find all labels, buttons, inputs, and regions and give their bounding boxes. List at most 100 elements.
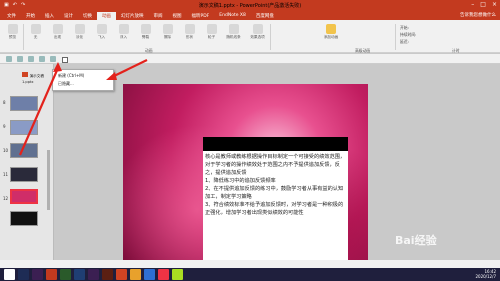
effect-icon [140, 24, 151, 34]
effect-icon [52, 24, 63, 34]
divider [395, 24, 396, 50]
tab-endnote[interactable]: EndNote X8 [214, 12, 251, 20]
effect-fade[interactable]: 淡化 [71, 23, 88, 45]
paragraph: 1、降低练习中的追加反馈频率 [205, 178, 276, 184]
app-icon[interactable] [60, 269, 71, 280]
slide-number: 9 [3, 124, 6, 129]
close-button[interactable]: × [492, 1, 497, 8]
effect-fly-in[interactable]: 飞入 [93, 23, 110, 45]
app-icon[interactable] [88, 269, 99, 280]
status-bar [0, 260, 500, 268]
star-icon [7, 24, 18, 34]
premiere-icon[interactable] [32, 269, 43, 280]
tab-baidu-netdisk[interactable]: 百度网盘 [251, 12, 279, 20]
preview-button[interactable]: 预览 [4, 23, 21, 45]
slide-thumbnail[interactable] [10, 96, 38, 111]
secondary-toolbar [0, 54, 500, 64]
effect-float-in[interactable]: 浮入 [115, 23, 132, 45]
effect-options-button[interactable]: 效果选项 [249, 23, 266, 45]
add-animation-icon [326, 24, 336, 34]
effect-split[interactable]: 劈裂 [137, 23, 154, 45]
maximize-button[interactable]: □ [480, 1, 486, 8]
slide-thumbnail[interactable] [10, 167, 38, 182]
effect-icon [96, 24, 107, 34]
effect-appear[interactable]: 出现 [49, 23, 66, 45]
tab-file[interactable]: 文件 [2, 12, 21, 20]
slide-number: 8 [3, 100, 6, 105]
tell-me-search[interactable]: 告诉我您想做什么 [460, 12, 496, 18]
effect-random-bars[interactable]: 随机线条 [225, 23, 242, 45]
powerpoint-icon[interactable] [116, 269, 127, 280]
slide-thumbnail[interactable] [10, 143, 38, 158]
app-icon[interactable] [158, 269, 169, 280]
photoshop-icon[interactable] [74, 269, 85, 280]
tab-view[interactable]: 视图 [168, 12, 187, 20]
window-controls: – □ × [471, 1, 497, 8]
title-placeholder[interactable] [203, 137, 348, 151]
paragraph: 核心是教师或教练根据操作目标制定一个可接受的绩效范围，对于学习者的操作绩效处于范… [205, 154, 346, 176]
tab-insert[interactable]: 插入 [40, 12, 59, 20]
timing-start[interactable]: 开始: [400, 25, 409, 31]
lightroom-icon[interactable] [18, 269, 29, 280]
baidu-watermark: Bai经验 [395, 234, 437, 247]
tab-design[interactable]: 设计 [59, 12, 78, 20]
window-title: 演示文稿1.pptx - PowerPoint(产品激活失败) [198, 3, 302, 9]
browser-icon[interactable] [144, 269, 155, 280]
effect-icon [30, 24, 41, 34]
tool-icon[interactable] [17, 56, 23, 62]
slide-number: 10 [3, 148, 9, 153]
add-animation-button[interactable]: 添加动画 [320, 23, 342, 45]
new-slide-button[interactable] [62, 57, 68, 63]
effect-options-icon [252, 24, 263, 34]
tab-home[interactable]: 开始 [21, 12, 40, 20]
file-entry[interactable]: 演示文稿1.pptx [22, 72, 52, 84]
content-textbox[interactable]: 核心是教师或教练根据操作目标制定一个可接受的绩效范围，对于学习者的操作绩效处于范… [203, 151, 348, 264]
divider [270, 24, 271, 50]
slide-thumbnail-selected[interactable] [10, 189, 38, 204]
tab-slideshow[interactable]: 幻灯片放映 [116, 12, 149, 20]
clock-date: 2020/12/7 [475, 274, 496, 279]
thumbnail-scrollbar[interactable] [47, 150, 50, 210]
menu-item-hidden[interactable]: 已隐藏... [58, 81, 74, 87]
tool-icon[interactable] [50, 56, 56, 62]
effect-icon [184, 24, 195, 34]
minimize-button[interactable]: – [471, 1, 474, 8]
tab-animations[interactable]: 动画 [97, 12, 116, 20]
tool-icon[interactable] [28, 56, 34, 62]
taskbar-icons [4, 269, 183, 280]
slide-thumbnail[interactable] [10, 120, 38, 135]
app-icon[interactable] [172, 269, 183, 280]
slide-number: 12 [3, 196, 9, 201]
effect-shape[interactable]: 形状 [181, 23, 198, 45]
paragraph: 2、在不提供追加反馈的练习中，鼓励学习者从事有益的认知加工，制定学习策略 [205, 186, 344, 200]
effect-icon [162, 24, 173, 34]
effect-wipe[interactable]: 擦除 [159, 23, 176, 45]
app-icon[interactable] [130, 269, 141, 280]
slide-canvas[interactable]: 核心是教师或教练根据操作目标制定一个可接受的绩效范围，对于学习者的操作绩效处于范… [123, 84, 368, 264]
app-icon[interactable] [46, 269, 57, 280]
timing-delay[interactable]: 延迟: [400, 39, 409, 45]
tab-review[interactable]: 审阅 [149, 12, 168, 20]
divider [23, 24, 24, 50]
pptx-file-icon [22, 72, 28, 77]
effect-icon [74, 24, 85, 34]
tool-icon[interactable] [6, 56, 12, 62]
effect-wheel[interactable]: 轮子 [203, 23, 220, 45]
tab-transitions[interactable]: 切换 [78, 12, 97, 20]
paragraph: 3、符合绩效标准不给予追加反馈时，对学习者是一种积极的正强化，增加学习者出现类似… [205, 202, 344, 216]
start-icon[interactable] [4, 269, 15, 280]
tab-foxit-pdf[interactable]: 福昕PDF [187, 12, 215, 20]
effect-icon [118, 24, 129, 34]
slide-thumbnail[interactable] [10, 211, 38, 226]
illustrator-icon[interactable] [102, 269, 113, 280]
slide-number: 11 [3, 172, 9, 177]
effect-none[interactable]: 无 [27, 23, 44, 45]
toolbar-icons [6, 56, 56, 62]
effect-icon [228, 24, 239, 34]
effect-icon [206, 24, 217, 34]
timing-duration[interactable]: 持续时间: [400, 32, 416, 38]
clock: 16:42 2020/12/7 [475, 269, 496, 279]
menu-item-new[interactable]: 新建 (Ctrl+M) [58, 73, 84, 79]
ribbon-tabs: 文件 开始 插入 设计 切换 动画 幻灯片放映 审阅 视图 福昕PDF EndN… [2, 12, 279, 20]
tool-icon[interactable] [39, 56, 45, 62]
